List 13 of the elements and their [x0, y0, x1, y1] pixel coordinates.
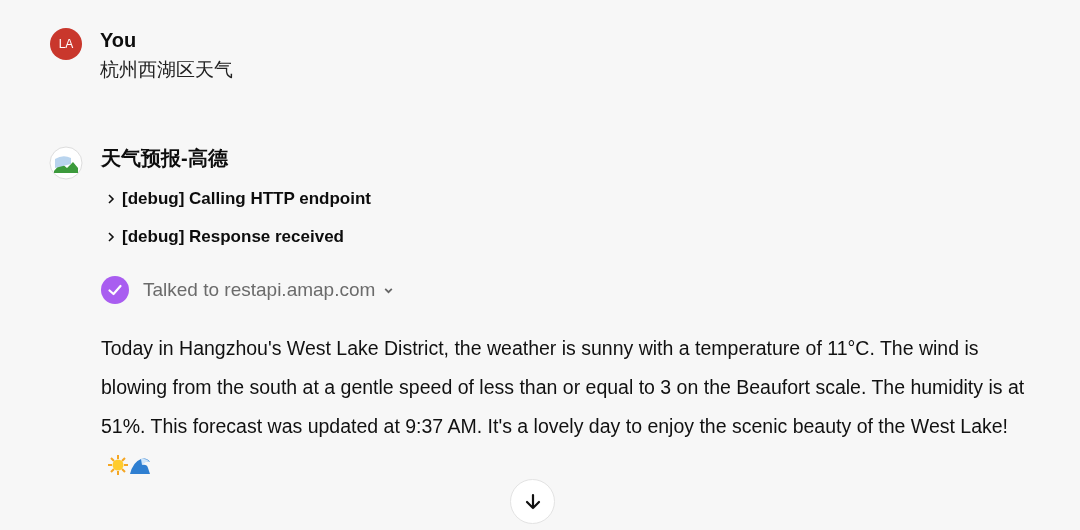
- user-avatar: LA: [50, 28, 82, 60]
- tool-call-toggle[interactable]: Talked to restapi.amap.com: [143, 279, 395, 301]
- message-text: 杭州西湖区天气: [100, 58, 233, 82]
- author-name: You: [100, 28, 138, 53]
- chevron-icon: [106, 194, 116, 204]
- scroll-down-button[interactable]: [510, 479, 555, 524]
- message-text: Today in Hangzhou's West Lake District, the weather is sunny with a temperature of 11°C. The wind is blowing from the south at a gentle speed of less than or equal to 3 on the Beaufort scale. The humidity is at 51%. This forecast was updated at 9:37 AM. It's a lovely day to enjoy the scenic beauty of the West Lake!: [101, 337, 1025, 437]
- sun-icon: [107, 454, 129, 476]
- debug-toggle[interactable]: [debug] Response received: [106, 218, 344, 256]
- plugin-name: 天气预报-高德: [101, 146, 229, 171]
- debug-toggle[interactable]: [debug] Calling HTTP endpoint: [106, 180, 371, 218]
- broken-image-icon: [49, 146, 83, 180]
- chevron-icon: [106, 232, 116, 242]
